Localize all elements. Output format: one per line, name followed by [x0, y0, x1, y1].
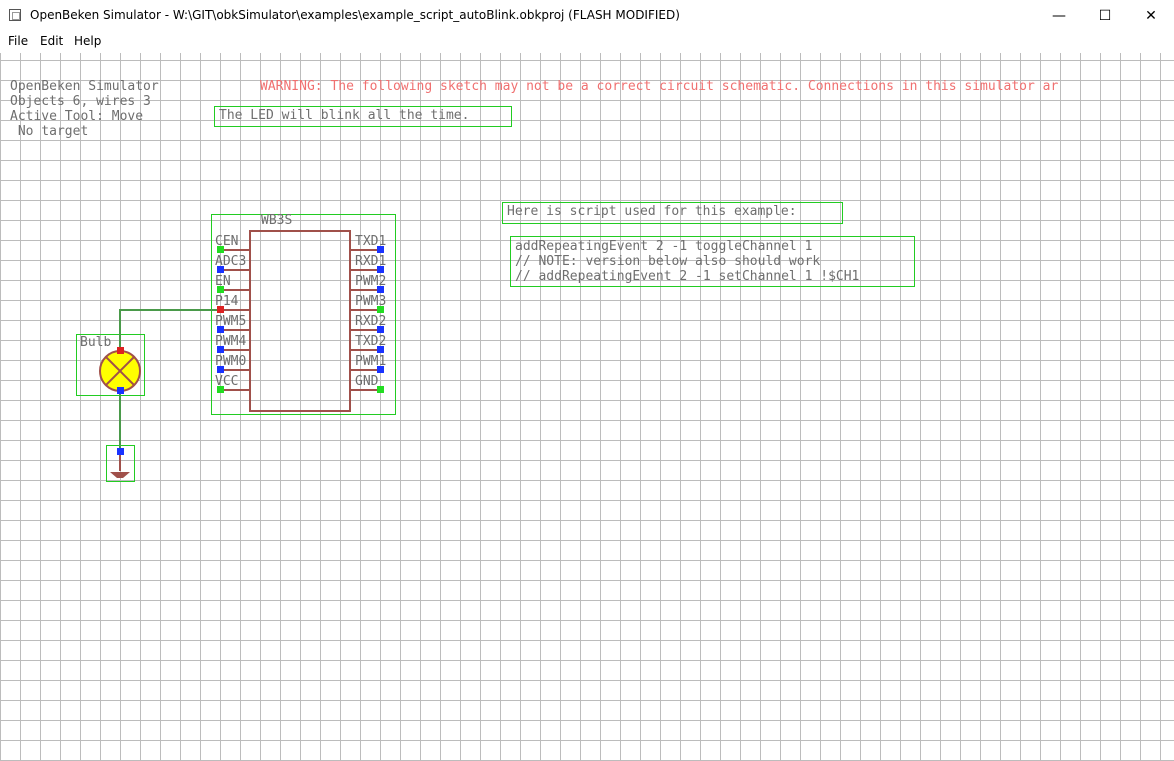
- app-icon: [9, 9, 21, 21]
- pin-dot-rxd1[interactable]: [377, 266, 384, 273]
- pin-dot-txd2[interactable]: [377, 346, 384, 353]
- pin-dot-gnd[interactable]: [377, 386, 384, 393]
- bulb-pin-bottom[interactable]: [117, 387, 124, 394]
- menu-edit[interactable]: Edit: [40, 34, 63, 48]
- bulb-pin-top[interactable]: [117, 347, 124, 354]
- pin-dot-pwm1[interactable]: [377, 366, 384, 373]
- pin-dot-p14[interactable]: [217, 306, 224, 313]
- ground-pin[interactable]: [117, 448, 124, 455]
- menu-bar: File Edit Help: [0, 31, 1174, 51]
- pin-dot-pwm2[interactable]: [377, 286, 384, 293]
- window-title: OpenBeken Simulator - W:\GIT\obkSimulato…: [30, 8, 680, 22]
- menu-help[interactable]: Help: [74, 34, 101, 48]
- chip-left-pin-lines: [220, 249, 250, 391]
- pin-dot-vcc[interactable]: [217, 386, 224, 393]
- pin-dot-pwm5[interactable]: [217, 326, 224, 333]
- pin-dot-pwm3[interactable]: [377, 306, 384, 313]
- pin-dot-cen[interactable]: [217, 246, 224, 253]
- maximize-button[interactable]: ☐: [1082, 0, 1128, 31]
- ground-icon: [110, 451, 130, 478]
- wire-p14-to-bulb[interactable]: [119, 309, 220, 350]
- pin-dot-en[interactable]: [217, 286, 224, 293]
- title-bar[interactable]: OpenBeken Simulator - W:\GIT\obkSimulato…: [0, 0, 1174, 31]
- pin-dot-adc3[interactable]: [217, 266, 224, 273]
- pin-dot-txd1[interactable]: [377, 246, 384, 253]
- schematic-drawing: [99, 230, 384, 478]
- menu-file[interactable]: File: [8, 34, 28, 48]
- schematic-canvas[interactable]: OpenBeken Simulator Objects 6, wires 3 A…: [0, 53, 1174, 761]
- pin-dot-pwm0[interactable]: [217, 366, 224, 373]
- minimize-button[interactable]: —: [1036, 0, 1082, 31]
- pin-dot-pwm4[interactable]: [217, 346, 224, 353]
- chip-right-pin-lines: [350, 249, 380, 391]
- chip-body: [249, 230, 351, 412]
- close-button[interactable]: ✕: [1128, 0, 1174, 31]
- pin-dot-rxd2[interactable]: [377, 326, 384, 333]
